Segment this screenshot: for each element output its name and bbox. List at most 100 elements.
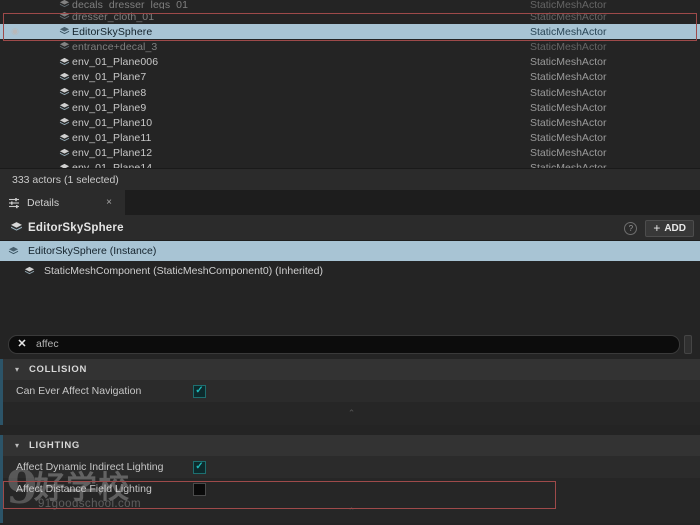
component-row[interactable]: StaticMeshComponent (StaticMeshComponent…	[0, 261, 700, 281]
details-actor-name: EditorSkySphere	[28, 222, 124, 234]
section-title: LIGHTING	[29, 440, 80, 451]
chevron-down-icon: ▾	[15, 441, 29, 450]
outliner-row-name: env_01_Plane8	[72, 87, 530, 99]
search-options-button[interactable]	[684, 335, 692, 354]
outliner-row[interactable]: decals_dresser_legs_01StaticMeshActor	[0, 0, 700, 9]
outliner-row[interactable]: env_01_Plane9StaticMeshActor	[0, 100, 700, 115]
eye-icon[interactable]: ◉	[0, 26, 30, 37]
section-spacer	[0, 425, 700, 435]
close-icon[interactable]: ×	[101, 197, 117, 208]
outliner-row-name: env_01_Plane12	[72, 147, 530, 159]
static-mesh-icon	[56, 133, 72, 144]
outliner-row-name: env_01_Plane7	[72, 71, 530, 83]
actor-count-label: 333 actors (1 selected)	[12, 174, 119, 186]
outliner-row[interactable]: env_01_Plane10StaticMeshActor	[0, 115, 700, 130]
property-row: Affect Distance Field Lighting	[3, 478, 700, 500]
plus-icon: +	[653, 222, 660, 234]
property-sections: ▾COLLISIONCan Ever Affect Navigation✓⌃▾L…	[0, 359, 700, 523]
outliner-row-type: StaticMeshActor	[530, 117, 700, 129]
outliner-row-type: StaticMeshActor	[530, 87, 700, 99]
details-header-actions: ? + ADD	[624, 215, 694, 241]
add-component-button[interactable]: + ADD	[645, 220, 694, 237]
details-header: EditorSkySphere ? + ADD	[0, 215, 700, 241]
property-checkbox[interactable]: ✓	[193, 461, 206, 474]
property-label: Affect Distance Field Lighting	[3, 483, 193, 495]
outliner-row-name: entrance+decal_3	[72, 41, 530, 53]
outliner-row[interactable]: env_01_Plane14StaticMeshActor	[0, 161, 700, 168]
outliner-row-name: env_01_Plane9	[72, 102, 530, 114]
outliner-row-name: EditorSkySphere	[72, 26, 530, 38]
static-mesh-icon	[56, 41, 72, 52]
section-collapse-handle[interactable]: ⌃	[0, 500, 700, 523]
add-component-label: ADD	[664, 223, 686, 234]
static-mesh-icon	[56, 117, 72, 128]
outliner-row-name: dresser_cloth_01	[72, 11, 530, 23]
section-body-lighting: Affect Dynamic Indirect Lighting✓Affect …	[0, 456, 700, 500]
static-mesh-icon	[56, 57, 72, 68]
outliner-row[interactable]: dresser_cloth_01StaticMeshActor	[0, 9, 700, 24]
property-checkbox[interactable]: ✓	[193, 385, 206, 398]
component-row-selected[interactable]: EditorSkySphere (Instance)	[0, 241, 700, 261]
property-checkbox[interactable]	[193, 483, 206, 496]
section-title: COLLISION	[29, 364, 87, 375]
help-icon[interactable]: ?	[624, 222, 637, 235]
component-label: EditorSkySphere (Instance)	[24, 245, 156, 257]
check-icon: ✓	[195, 386, 203, 396]
outliner-row-type: StaticMeshActor	[530, 26, 700, 38]
static-mesh-icon	[56, 0, 72, 9]
section-collapse-handle[interactable]: ⌃	[0, 402, 700, 425]
static-mesh-icon	[56, 102, 72, 113]
search-value: affec	[29, 338, 59, 350]
static-mesh-icon	[10, 221, 28, 234]
component-tree-empty-area	[0, 281, 700, 329]
component-tree[interactable]: EditorSkySphere (Instance) StaticMeshComp…	[0, 241, 700, 281]
static-mesh-icon	[56, 11, 72, 22]
section-header-lighting[interactable]: ▾LIGHTING	[0, 435, 700, 456]
outliner-row-name: env_01_Plane10	[72, 117, 530, 129]
outliner-row-type: StaticMeshActor	[530, 102, 700, 114]
static-mesh-icon	[56, 72, 72, 83]
component-label: StaticMeshComponent (StaticMeshComponent…	[40, 265, 323, 277]
outliner-row[interactable]: env_01_Plane7StaticMeshActor	[0, 70, 700, 85]
chevron-up-icon: ⌃	[348, 506, 356, 517]
outliner-row[interactable]: env_01_Plane12StaticMeshActor	[0, 146, 700, 161]
details-search-input[interactable]: ✕ affec	[8, 335, 680, 354]
static-mesh-icon	[56, 26, 72, 37]
outliner-status-bar: 333 actors (1 selected)	[0, 168, 700, 190]
tab-details-label: Details	[24, 197, 101, 209]
unreal-editor-window: decals_dresser_legs_01StaticMeshActordre…	[0, 0, 700, 525]
outliner-row-type: StaticMeshActor	[530, 41, 700, 53]
property-label: Can Ever Affect Navigation	[3, 385, 193, 397]
outliner-row[interactable]: entrance+decal_3StaticMeshActor	[0, 39, 700, 54]
outliner-row-type: StaticMeshActor	[530, 11, 700, 23]
static-mesh-icon	[8, 246, 24, 257]
static-mesh-icon	[56, 87, 72, 98]
property-row: Can Ever Affect Navigation✓	[3, 380, 700, 402]
static-mesh-icon	[56, 148, 72, 159]
static-mesh-icon	[24, 266, 40, 277]
clear-x-icon[interactable]: ✕	[15, 339, 29, 350]
outliner-row-type: StaticMeshActor	[530, 71, 700, 83]
check-icon: ✓	[195, 462, 203, 472]
details-tab-bar: Details ×	[0, 190, 700, 215]
chevron-down-icon: ▾	[15, 365, 29, 374]
section-body-collision: Can Ever Affect Navigation✓	[0, 380, 700, 402]
outliner-row-type: StaticMeshActor	[530, 56, 700, 68]
outliner-row-name: env_01_Plane11	[72, 132, 530, 144]
property-label: Affect Dynamic Indirect Lighting	[3, 461, 193, 473]
details-filter-icon	[8, 197, 24, 209]
details-search-row: ✕ affec	[0, 329, 700, 359]
outliner-row-type: StaticMeshActor	[530, 132, 700, 144]
section-header-collision[interactable]: ▾COLLISION	[0, 359, 700, 380]
property-row: Affect Dynamic Indirect Lighting✓	[3, 456, 700, 478]
details-panel: Details × EditorSkySphere ? + ADD Edi	[0, 190, 700, 525]
tab-details[interactable]: Details ×	[0, 190, 125, 215]
world-outliner-panel[interactable]: decals_dresser_legs_01StaticMeshActordre…	[0, 0, 700, 168]
outliner-row[interactable]: env_01_Plane006StaticMeshActor	[0, 55, 700, 70]
outliner-row-name: env_01_Plane006	[72, 56, 530, 68]
outliner-row[interactable]: env_01_Plane11StaticMeshActor	[0, 131, 700, 146]
chevron-up-icon: ⌃	[348, 408, 356, 419]
outliner-row[interactable]: env_01_Plane8StaticMeshActor	[0, 85, 700, 100]
outliner-row-selected[interactable]: ◉ EditorSkySphereStaticMeshActor	[0, 24, 700, 39]
outliner-row-type: StaticMeshActor	[530, 147, 700, 159]
